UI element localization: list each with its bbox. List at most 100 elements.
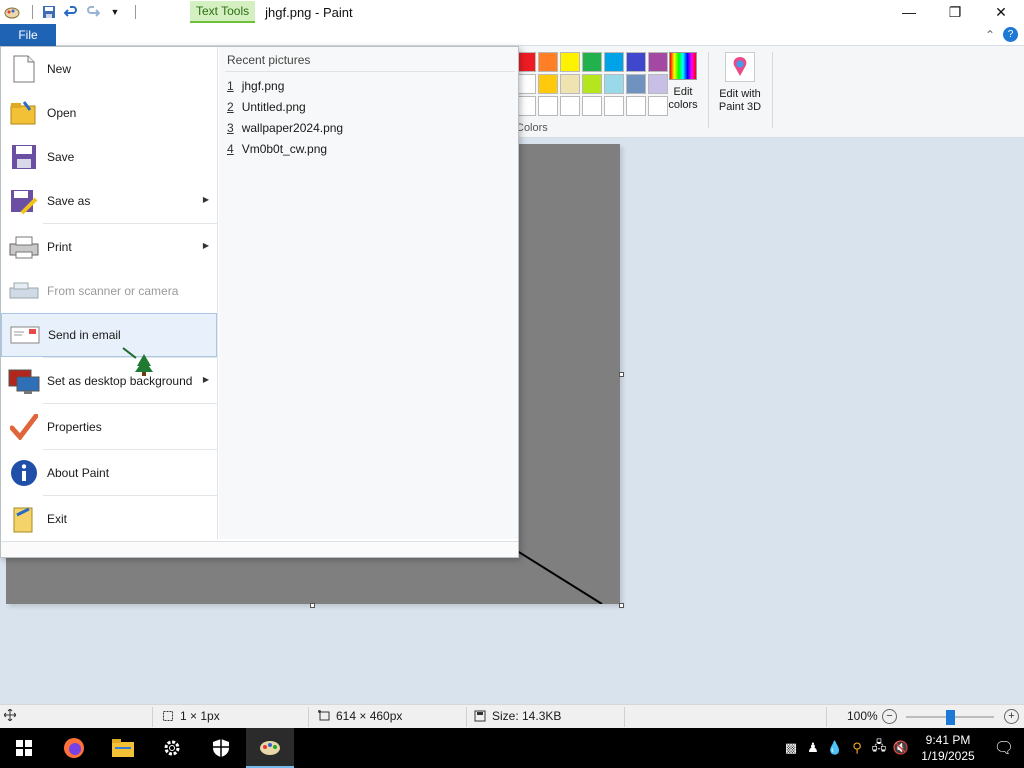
file-tab[interactable]: File xyxy=(0,24,56,46)
maximize-button[interactable]: ❐ xyxy=(932,0,978,24)
menu-item-label: Set as desktop background xyxy=(47,374,193,388)
color-swatch[interactable] xyxy=(538,74,558,94)
palette-row xyxy=(516,52,668,72)
color-swatch[interactable] xyxy=(560,96,580,116)
color-spectrum-icon xyxy=(669,52,697,80)
tray-drop-icon[interactable]: 💧 xyxy=(824,740,846,756)
edit-colors-button[interactable]: Edit colors xyxy=(664,52,702,112)
clock[interactable]: 9:41 PM 1/19/2025 xyxy=(912,732,984,764)
customize-toolbar-icon[interactable]: ▼ xyxy=(105,2,125,22)
color-swatch[interactable] xyxy=(582,74,602,94)
recent-picture-item[interactable]: 4 Vm0b0t_cw.png xyxy=(227,142,327,156)
color-swatch[interactable] xyxy=(516,52,536,72)
color-swatch[interactable] xyxy=(582,52,602,72)
exit-icon xyxy=(7,502,41,536)
recent-picture-item[interactable]: 2 Untitled.png xyxy=(227,100,306,114)
menu-item-set-as-desktop-background[interactable]: Set as desktop background ▶ xyxy=(1,359,217,403)
undo-icon[interactable] xyxy=(61,2,81,22)
selection-size: 1 × 1px xyxy=(162,709,220,723)
settings-icon[interactable] xyxy=(148,728,196,768)
status-divider xyxy=(466,707,467,727)
menu-item-send-in-email[interactable]: Send in email xyxy=(1,313,217,357)
menu-item-properties[interactable]: Properties xyxy=(1,405,217,449)
notifications-icon[interactable]: 🗨 xyxy=(984,738,1024,758)
ribbon-divider xyxy=(708,52,709,128)
file-menu-commands: New Open Save Save as ▶ Print ▶ From scanner or… xyxy=(1,47,218,539)
menu-item-label: New xyxy=(47,62,72,76)
menu-item-open[interactable]: Open xyxy=(1,91,217,135)
system-tray: ▩ ♟ 💧 ⚲ 🖧 🔇 9:41 PM 1/19/2025 🗨 xyxy=(780,728,1024,768)
edit-with-paint3d-button[interactable]: Edit with Paint 3D xyxy=(712,52,768,114)
ribbon-divider xyxy=(772,52,773,128)
menu-item-label: About Paint xyxy=(47,466,110,480)
info-icon xyxy=(7,456,41,490)
color-swatch[interactable] xyxy=(582,96,602,116)
window-title: jhgf.png - Paint xyxy=(265,4,353,20)
printer-icon xyxy=(7,230,41,264)
recent-picture-item[interactable]: 3 wallpaper2024.png xyxy=(227,121,343,135)
redo-icon[interactable] xyxy=(83,2,103,22)
recent-picture-item[interactable]: 1 jhgf.png xyxy=(227,79,284,93)
firefox-icon[interactable] xyxy=(50,728,98,768)
tray-search-icon[interactable]: ⚲ xyxy=(846,740,868,756)
color-swatch[interactable] xyxy=(538,96,558,116)
color-swatch[interactable] xyxy=(516,74,536,94)
resize-handle-bottom[interactable] xyxy=(310,603,315,608)
canvas-size-text: 614 × 460px xyxy=(336,709,403,723)
text-tools-context-tab[interactable]: Text Tools xyxy=(190,1,256,23)
properties-check-icon xyxy=(7,410,41,444)
recent-pictures-panel: Recent pictures 1 jhgf.png 2 Untitled.png 3 w… xyxy=(219,47,518,539)
close-button[interactable]: ✕ xyxy=(978,0,1024,24)
color-swatch[interactable] xyxy=(604,74,624,94)
color-swatch[interactable] xyxy=(538,52,558,72)
recent-picture-number: 3 xyxy=(227,121,234,135)
color-swatch[interactable] xyxy=(626,96,646,116)
color-swatch[interactable] xyxy=(604,52,624,72)
color-swatch[interactable] xyxy=(516,96,536,116)
menu-item-exit[interactable]: Exit xyxy=(1,497,217,541)
paint-taskbar-icon[interactable] xyxy=(246,728,294,768)
taskbar: ▩ ♟ 💧 ⚲ 🖧 🔇 9:41 PM 1/19/2025 🗨 xyxy=(0,728,1024,768)
cursor-position-icon xyxy=(4,709,16,721)
menu-item-about-paint[interactable]: About Paint xyxy=(1,451,217,495)
tray-display-icon[interactable]: ▩ xyxy=(780,740,802,756)
selection-icon xyxy=(163,711,173,721)
zoom-in-button[interactable]: + xyxy=(1004,709,1019,724)
toolbar-divider xyxy=(135,5,136,19)
tray-volume-muted-icon[interactable]: 🔇 xyxy=(890,740,912,756)
menu-separator xyxy=(43,449,217,450)
canvas-size-icon xyxy=(318,710,330,721)
recent-divider xyxy=(225,71,515,72)
security-icon[interactable] xyxy=(197,728,245,768)
resize-handle-corner[interactable] xyxy=(619,603,624,608)
ribbon-tabs: File ⌃ ? xyxy=(0,24,1024,46)
menu-item-label: Save xyxy=(47,150,75,164)
menu-item-label: Save as xyxy=(47,194,91,208)
menu-item-label: Send in email xyxy=(48,328,121,342)
menu-item-save[interactable]: Save xyxy=(1,135,217,179)
color-swatch[interactable] xyxy=(604,96,624,116)
color-swatch[interactable] xyxy=(560,74,580,94)
save-icon[interactable] xyxy=(39,2,59,22)
file-explorer-icon[interactable] xyxy=(99,728,147,768)
help-icon[interactable]: ? xyxy=(1003,27,1018,42)
color-swatch[interactable] xyxy=(560,52,580,72)
tray-network-icon[interactable]: 🖧 xyxy=(868,737,890,759)
tray-network-people-icon[interactable]: ♟ xyxy=(802,740,824,756)
menu-separator xyxy=(43,223,217,224)
color-swatch[interactable] xyxy=(626,74,646,94)
menu-item-save-as[interactable]: Save as ▶ xyxy=(1,179,217,223)
zoom-out-button[interactable]: − xyxy=(882,709,897,724)
email-icon xyxy=(8,318,42,352)
color-swatch[interactable] xyxy=(626,52,646,72)
zoom-slider-thumb[interactable] xyxy=(946,710,955,725)
collapse-ribbon-icon[interactable]: ⌃ xyxy=(985,28,995,42)
toolbar-divider xyxy=(32,5,33,19)
menu-item-print[interactable]: Print ▶ xyxy=(1,225,217,269)
clock-time: 9:41 PM xyxy=(925,733,971,747)
start-button[interactable] xyxy=(0,728,48,768)
resize-handle-right[interactable] xyxy=(619,372,624,377)
menu-item-new[interactable]: New xyxy=(1,47,217,91)
minimize-button[interactable]: — xyxy=(886,0,932,24)
paint-app-icon[interactable] xyxy=(2,2,22,22)
